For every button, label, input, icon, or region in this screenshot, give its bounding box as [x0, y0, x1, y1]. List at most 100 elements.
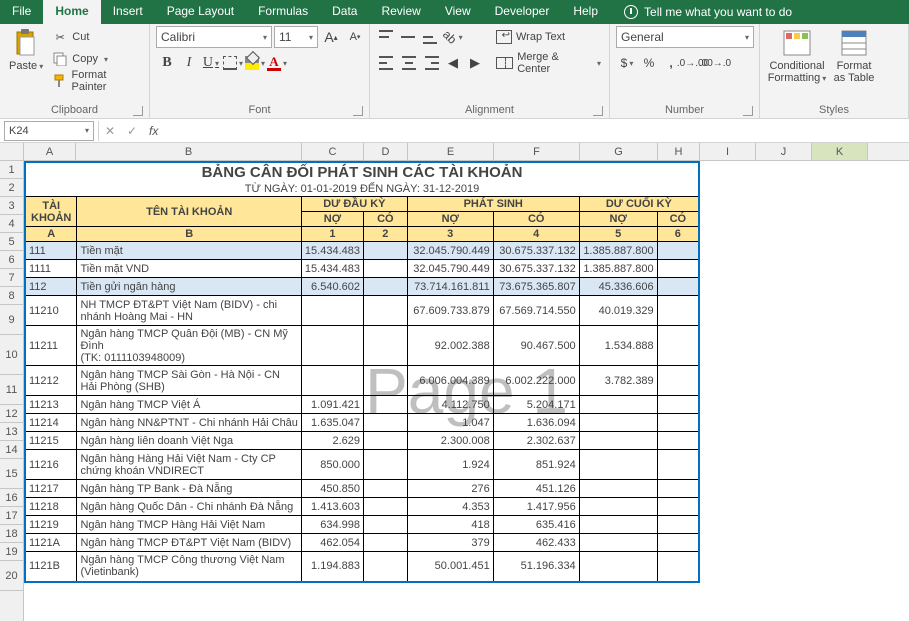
cell-txn-cr[interactable]: 30.675.337.132 — [493, 242, 579, 260]
tab-data[interactable]: Data — [320, 0, 369, 24]
cell-open-cr[interactable] — [363, 552, 407, 582]
row-header-6[interactable]: 6 — [0, 251, 23, 269]
cell-open-dr[interactable]: 850.000 — [301, 450, 363, 480]
hdr-num-n1[interactable]: 1 — [301, 227, 363, 242]
cell-txn-dr[interactable]: 276 — [407, 480, 493, 498]
name-box[interactable]: K24▾ — [4, 121, 94, 141]
font-color-button[interactable]: A▾ — [266, 52, 288, 74]
row-header-16[interactable]: 16 — [0, 489, 23, 507]
cell-name[interactable]: Ngân hàng TMCP ĐT&PT Việt Nam (BIDV) — [77, 534, 301, 552]
cell-close-cr[interactable] — [657, 432, 699, 450]
alignment-launcher[interactable] — [593, 106, 603, 116]
hdr-account[interactable]: TÀI KHOẢN — [25, 197, 77, 227]
cell-txn-cr[interactable]: 73.675.365.807 — [493, 278, 579, 296]
row-header-12[interactable]: 12 — [0, 405, 23, 423]
tab-file[interactable]: File — [0, 0, 43, 24]
cell-close-dr[interactable]: 45.336.606 — [579, 278, 657, 296]
fx-icon[interactable]: fx — [149, 124, 158, 138]
font-size-combo[interactable]: 11▾ — [274, 26, 318, 48]
cell-close-dr[interactable] — [579, 552, 657, 582]
cell-name[interactable]: Ngân hàng NN&PTNT - Chi nhánh Hải Châu — [77, 414, 301, 432]
cell-close-cr[interactable] — [657, 242, 699, 260]
cell-close-dr[interactable] — [579, 480, 657, 498]
row-header-14[interactable]: 14 — [0, 441, 23, 459]
cell-txn-cr[interactable]: 635.416 — [493, 516, 579, 534]
cell-close-dr[interactable] — [579, 432, 657, 450]
cell-txn-cr[interactable]: 5.204.171 — [493, 396, 579, 414]
cell-name[interactable]: Ngân hàng liên doanh Việt Nga — [77, 432, 301, 450]
hdr-txn-dr[interactable]: NỢ — [407, 212, 493, 227]
copy-button[interactable]: Copy▾ — [50, 48, 143, 70]
format-painter-button[interactable]: Format Painter — [50, 70, 143, 92]
cell-txn-dr[interactable]: 1.047 — [407, 414, 493, 432]
align-left-button[interactable] — [376, 52, 398, 74]
cell-acc[interactable]: 1121A — [25, 534, 77, 552]
col-header-K[interactable]: K — [812, 143, 868, 160]
hdr-num-n3[interactable]: 3 — [407, 227, 493, 242]
cell-txn-dr[interactable]: 6.006.004.389 — [407, 366, 493, 396]
merge-center-button[interactable]: Merge & Center▾ — [494, 52, 603, 74]
cell-close-cr[interactable] — [657, 534, 699, 552]
cell-acc[interactable]: 11217 — [25, 480, 77, 498]
hdr-txn[interactable]: PHÁT SINH — [407, 197, 579, 212]
col-header-F[interactable]: F — [494, 143, 580, 160]
cell-open-dr[interactable] — [301, 366, 363, 396]
tab-developer[interactable]: Developer — [483, 0, 562, 24]
clipboard-launcher[interactable] — [133, 106, 143, 116]
cell-close-dr[interactable] — [579, 534, 657, 552]
cell-txn-dr[interactable]: 2.300.008 — [407, 432, 493, 450]
cell-txn-dr[interactable]: 67.609.733.879 — [407, 296, 493, 326]
tab-formulas[interactable]: Formulas — [246, 0, 320, 24]
cell-acc[interactable]: 1111 — [25, 260, 77, 278]
number-format-combo[interactable]: General▾ — [616, 26, 754, 48]
cell-acc[interactable]: 11213 — [25, 396, 77, 414]
cell-open-dr[interactable]: 634.998 — [301, 516, 363, 534]
percent-button[interactable]: % — [638, 52, 660, 74]
hdr-num-n4[interactable]: 4 — [493, 227, 579, 242]
format-as-table-button[interactable]: Format as Table — [832, 26, 876, 84]
bold-button[interactable]: B — [156, 52, 178, 74]
cell-open-dr[interactable]: 6.540.602 — [301, 278, 363, 296]
align-right-button[interactable] — [420, 52, 442, 74]
accounting-format-button[interactable]: $▾ — [616, 52, 638, 74]
cell-close-dr[interactable] — [579, 498, 657, 516]
cell-txn-cr[interactable]: 51.196.334 — [493, 552, 579, 582]
cell-name[interactable]: NH TMCP ĐT&PT Việt Nam (BIDV) - chi nhán… — [77, 296, 301, 326]
cell-open-cr[interactable] — [363, 242, 407, 260]
cell-txn-dr[interactable]: 32.045.790.449 — [407, 242, 493, 260]
cell-open-dr[interactable]: 462.054 — [301, 534, 363, 552]
cell-open-dr[interactable]: 450.850 — [301, 480, 363, 498]
cell-txn-dr[interactable]: 32.045.790.449 — [407, 260, 493, 278]
row-header-2[interactable]: 2 — [0, 179, 23, 197]
hdr-closing[interactable]: DƯ CUỐI KỲ — [579, 197, 699, 212]
hdr-open-cr[interactable]: CÓ — [363, 212, 407, 227]
align-bottom-button[interactable] — [420, 26, 442, 48]
cell-close-dr[interactable]: 3.782.389 — [579, 366, 657, 396]
cell-txn-cr[interactable]: 451.126 — [493, 480, 579, 498]
col-header-G[interactable]: G — [580, 143, 658, 160]
align-center-button[interactable] — [398, 52, 420, 74]
cell-close-dr[interactable] — [579, 516, 657, 534]
fill-color-button[interactable]: ▾ — [244, 52, 266, 74]
row-header-15[interactable]: 15 — [0, 459, 23, 489]
cell-name[interactable]: Ngân hàng TMCP Hàng Hải Việt Nam — [77, 516, 301, 534]
cell-open-cr[interactable] — [363, 450, 407, 480]
col-header-B[interactable]: B — [76, 143, 302, 160]
cell-open-cr[interactable] — [363, 480, 407, 498]
row-header-18[interactable]: 18 — [0, 525, 23, 543]
cell-acc[interactable]: 11214 — [25, 414, 77, 432]
col-header-D[interactable]: D — [364, 143, 408, 160]
report-title[interactable]: BẢNG CÂN ĐỐI PHÁT SINH CÁC TÀI KHOẢN — [25, 162, 699, 182]
cell-close-cr[interactable] — [657, 396, 699, 414]
cell-open-dr[interactable]: 15.434.483 — [301, 242, 363, 260]
cell-close-cr[interactable] — [657, 498, 699, 516]
cell-txn-dr[interactable]: 92.002.388 — [407, 326, 493, 366]
cell-txn-cr[interactable]: 1.636.094 — [493, 414, 579, 432]
row-header-8[interactable]: 8 — [0, 287, 23, 305]
cell-open-dr[interactable]: 2.629 — [301, 432, 363, 450]
col-header-H[interactable]: H — [658, 143, 700, 160]
cell-txn-dr[interactable]: 73.714.161.811 — [407, 278, 493, 296]
tab-insert[interactable]: Insert — [101, 0, 155, 24]
cell-open-cr[interactable] — [363, 516, 407, 534]
cell-txn-cr[interactable]: 2.302.637 — [493, 432, 579, 450]
